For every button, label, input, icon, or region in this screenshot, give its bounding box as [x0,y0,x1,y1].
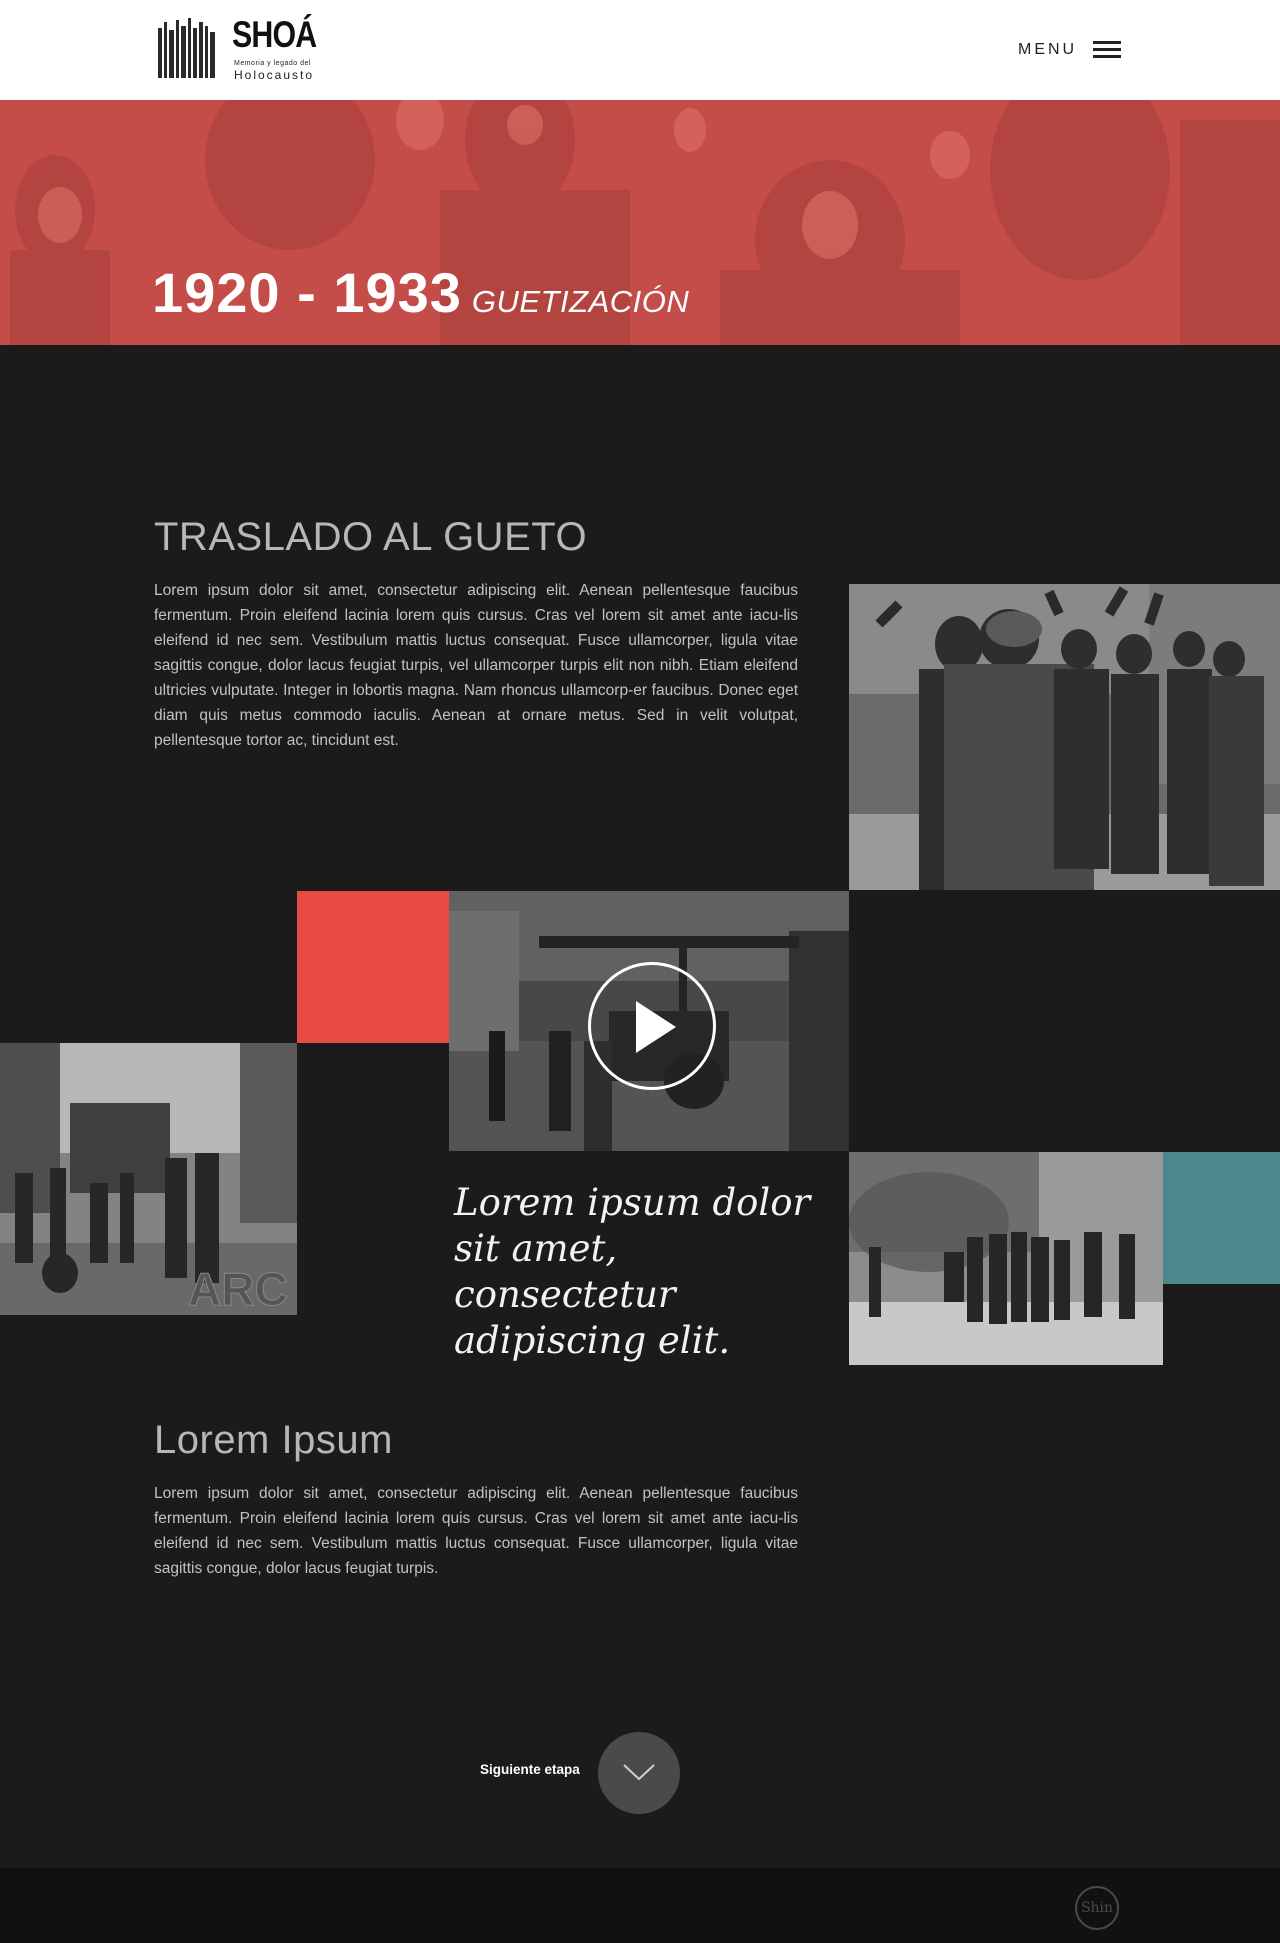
logo-figures-icon [158,18,215,78]
photo-watermark: ARC [188,1263,288,1315]
menu-button[interactable]: MENU [1018,36,1122,64]
site-logo[interactable]: SHOÁ Memoria y legado del Holocausto [156,14,320,84]
hero-stage: GUETIZACIÓN [471,284,690,319]
section-title: TRASLADO AL GUETO [154,515,588,559]
play-icon [636,1001,676,1053]
chevron-down-icon [623,1764,655,1781]
section-title-2: Lorem Ipsum [154,1418,393,1462]
hero-banner: 1920 - 1933 GUETIZACIÓN [0,100,1280,345]
logo-subtitle-2: Holocausto [234,68,315,82]
next-stage-button[interactable] [598,1732,680,1814]
section-body: Lorem ipsum dolor sit amet, consectetur … [154,582,798,749]
section-body-2: Lorem ipsum dolor sit amet, consectetur … [154,1485,798,1577]
site-header: SHOÁ Memoria y legado del Holocausto MEN… [0,0,1280,100]
pull-quote: Lorem ipsum dolor sit amet, consectetur … [454,1181,811,1362]
photo-deportation [849,1152,1163,1365]
accent-teal-block [1163,1152,1280,1284]
hamburger-icon [1093,41,1122,59]
video-player[interactable] [449,891,849,1151]
site-footer: Shin [0,1868,1280,1943]
photo-street: ARC [0,1043,297,1315]
next-stage-label[interactable]: Siguiente etapa [480,1762,580,1777]
logo-title: SHOÁ [232,14,317,55]
footer-logo[interactable]: Shin [1075,1886,1119,1930]
play-button[interactable] [588,962,716,1090]
photo-soldiers [849,584,1280,890]
hero-title: 1920 - 1933 GUETIZACIÓN [152,260,689,325]
logo-subtitle: Memoria y legado del [234,60,311,67]
accent-red-block [297,891,449,1043]
menu-label: MENU [1018,41,1078,58]
hero-years: 1920 - 1933 [152,261,462,324]
